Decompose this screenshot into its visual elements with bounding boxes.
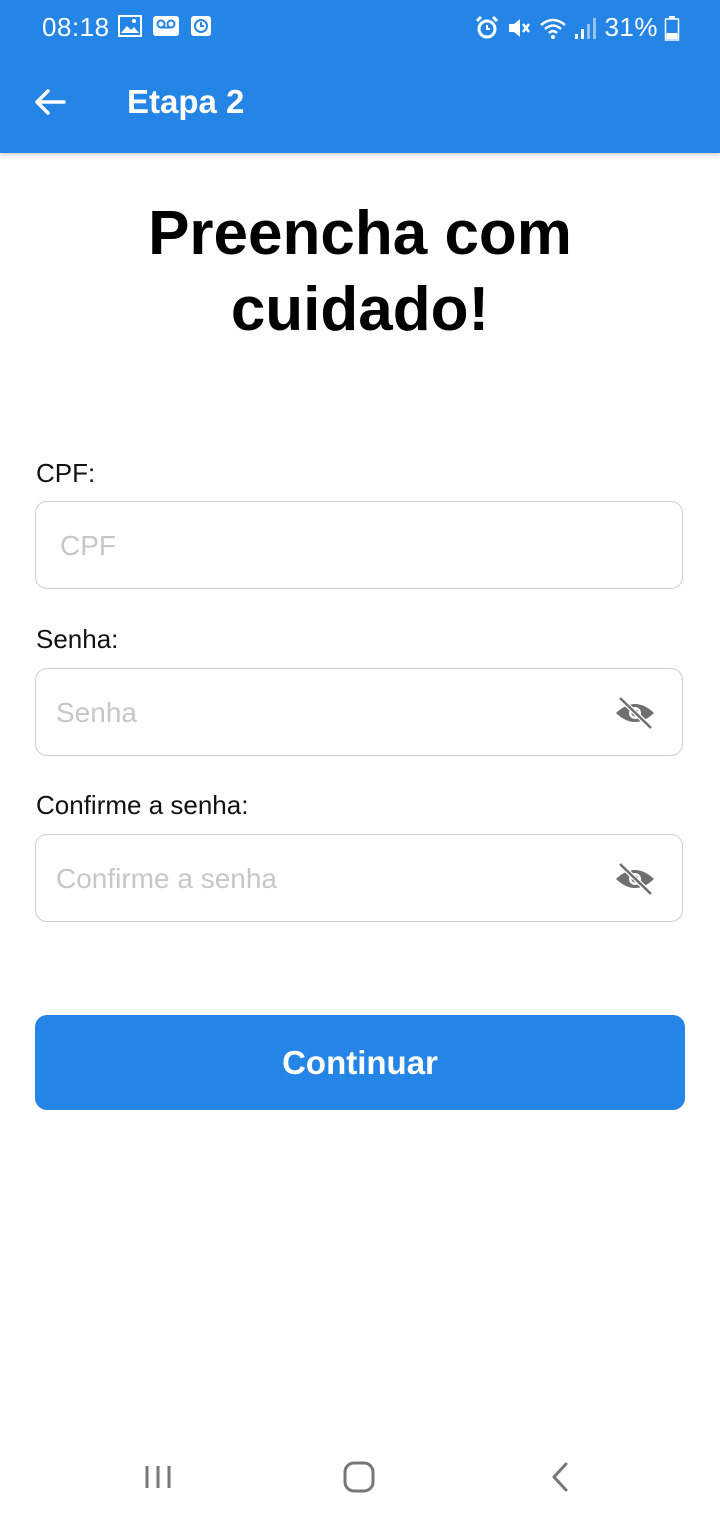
app-bar: 08:18 31% Etapa 2 (0, 0, 720, 153)
status-system-icons: 31% (474, 12, 680, 43)
alarm-icon (476, 15, 499, 38)
senha-field-box (35, 668, 683, 757)
recent-apps-button[interactable] (130, 1454, 186, 1502)
back-button[interactable] (26, 78, 74, 126)
eye-off-icon (616, 862, 654, 896)
system-back-button[interactable] (532, 1454, 588, 1502)
back-icon (552, 1462, 568, 1492)
clock-app-icon (191, 16, 211, 36)
home-icon (343, 1461, 375, 1493)
toggle-senha-visibility-button[interactable] (614, 695, 656, 731)
system-nav-bar (0, 1440, 720, 1520)
confirm-senha-input[interactable] (54, 835, 598, 923)
page-title: Preencha com cuidado! (60, 196, 660, 348)
signal-icon (575, 17, 597, 39)
status-bar: 08:18 31% (0, 0, 720, 56)
continue-button-label: Continuar (282, 1043, 438, 1081)
image-icon (118, 15, 142, 37)
battery-percent: 31% (604, 12, 658, 42)
recent-apps-icon (145, 1466, 171, 1488)
confirm-senha-field-box (35, 834, 683, 923)
battery-icon (664, 15, 680, 41)
eye-off-icon (616, 696, 654, 730)
toolbar: Etapa 2 (0, 56, 720, 153)
status-time: 08:18 (42, 12, 110, 42)
toggle-confirm-senha-visibility-button[interactable] (614, 861, 656, 897)
wifi-icon (540, 18, 567, 39)
cpf-input[interactable] (58, 502, 602, 590)
cpf-field-box (35, 501, 683, 590)
status-notification-icons (118, 15, 212, 37)
page-title-line-2: cuidado! (230, 275, 490, 344)
cpf-label: CPF: (36, 458, 96, 488)
senha-input[interactable] (54, 669, 598, 757)
senha-label: Senha: (36, 624, 119, 654)
voicemail-icon (153, 16, 179, 36)
home-button[interactable] (331, 1454, 387, 1502)
mute-icon (509, 18, 531, 37)
toolbar-title: Etapa 2 (127, 83, 245, 120)
page-title-line-1: Preencha com (148, 199, 572, 268)
confirm-senha-label: Confirme a senha: (36, 790, 249, 820)
continue-button[interactable]: Continuar (35, 1015, 685, 1110)
arrow-left-icon (35, 89, 66, 115)
